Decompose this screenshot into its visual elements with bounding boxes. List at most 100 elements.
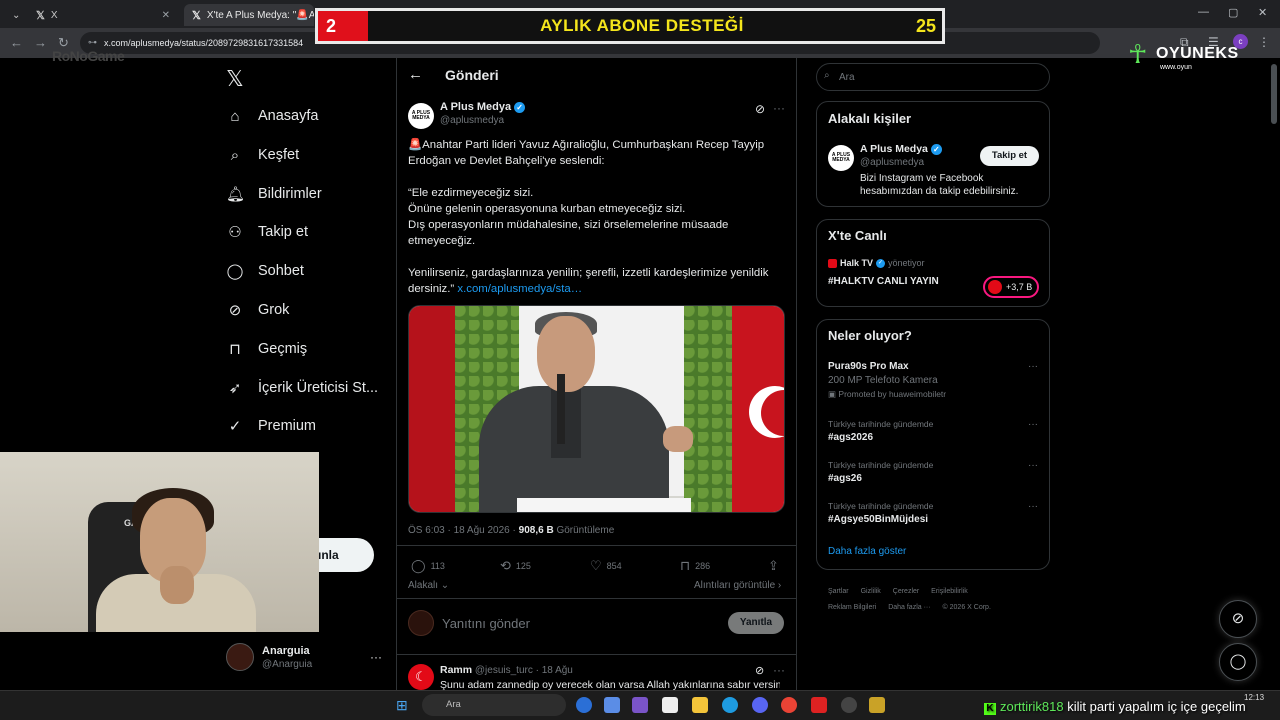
sort-replies-dropdown[interactable]: Alakalı ⌄ (408, 580, 449, 591)
edge-icon[interactable] (722, 697, 738, 713)
discord-icon[interactable] (752, 697, 768, 713)
live-stream-title[interactable]: #HALKTV CANLI YAYIN (828, 276, 939, 287)
nav-item-premium[interactable]: ✓ Premium (226, 411, 316, 441)
back-icon[interactable]: ← (10, 35, 23, 50)
tab-title: X'te A Plus Medya: "🚨Ana (206, 9, 314, 21)
trend-more-icon[interactable]: ··· (1028, 460, 1038, 471)
trend-more-icon[interactable]: ··· (1028, 419, 1038, 430)
nav-item-explore[interactable]: ⌕ Keşfet (226, 140, 299, 170)
author-name[interactable]: A Plus Medya ✓ (440, 101, 526, 113)
column-divider (396, 58, 397, 690)
promoted-trend[interactable]: Pura90s Pro Max 200 MP Telefoto Kamera ▣… (828, 361, 1038, 400)
nav-item-chat[interactable]: ◯ Sohbet (226, 256, 304, 286)
author-avatar[interactable]: A PLUS MEDYA (408, 103, 434, 129)
forward-icon[interactable]: → (34, 35, 47, 50)
nav-item-home[interactable]: ⌂ Anasayfa (226, 101, 318, 131)
teams-icon[interactable] (632, 697, 648, 713)
site-info-icon[interactable]: ⊶ (88, 37, 97, 48)
back-arrow-icon[interactable]: ← (408, 66, 423, 83)
browser-tab-post[interactable]: 𝕏 X'te A Plus Medya: "🚨Ana (184, 4, 314, 26)
scrollbar[interactable] (1271, 64, 1277, 124)
live-host[interactable]: Halk TV ✓ yönetiyor (828, 258, 925, 268)
app-icon[interactable] (869, 697, 885, 713)
view-quotes-link[interactable]: Alıntıları görüntüle › (694, 580, 781, 591)
follow-button[interactable]: Takip et (980, 146, 1039, 166)
browser-menu-icon[interactable]: ⋮ (1258, 35, 1270, 49)
nav-item-follow[interactable]: ⚇ Takip et (226, 217, 308, 247)
comment-author[interactable]: Ramm @jesuis_turc · 18 Ağu (440, 664, 573, 676)
grok-explain-icon[interactable]: ⊘ (755, 664, 764, 677)
close-tab-icon[interactable]: ✕ (162, 10, 170, 21)
footer-link[interactable]: Şartlar (828, 588, 849, 595)
goal-current: 2 (318, 11, 368, 41)
repost-icon: ⟲ (500, 558, 511, 573)
trend-more-icon[interactable]: ··· (1028, 361, 1038, 372)
account-name[interactable]: Anarguia (262, 645, 310, 657)
show-more-link[interactable]: Daha fazla göster (828, 546, 906, 557)
nav-item-notifications[interactable]: 🔔︎ Bildirimler (226, 179, 322, 209)
grok-fab-icon[interactable]: ⊘ (1219, 600, 1257, 638)
post-video[interactable] (408, 305, 785, 513)
copyright: © 2026 X Corp. (942, 604, 991, 611)
promoted-label: ▣ Promoted by huaweimobiletr (828, 389, 947, 399)
widgets-icon[interactable] (604, 697, 620, 713)
post-more-icon[interactable]: ··· (773, 101, 785, 115)
comment-avatar[interactable]: ☾ (408, 664, 434, 690)
chrome-icon[interactable] (781, 697, 797, 713)
taskview-icon[interactable] (576, 697, 592, 713)
windows-start-icon[interactable]: ⊞ (396, 697, 408, 714)
account-handle: @Anarguia (262, 659, 313, 670)
live-listeners-badge[interactable]: +3,7 B (983, 276, 1039, 298)
store-icon[interactable] (662, 697, 678, 713)
account-menu-icon[interactable]: ··· (370, 650, 382, 664)
footer-link[interactable]: Reklam Bilgileri (828, 604, 876, 611)
minimize-icon[interactable]: — (1198, 6, 1209, 18)
clock[interactable]: 12:13 (1244, 693, 1264, 702)
footer-link[interactable]: Daha fazla ··· (888, 604, 930, 611)
repost-action[interactable]: ⟲ 125 (500, 558, 531, 574)
like-action[interactable]: ♡ 854 (590, 558, 622, 574)
share-action[interactable]: ⇪ (768, 558, 779, 574)
footer-link[interactable]: Erişilebilirlik (931, 588, 968, 595)
x-logo-icon[interactable]: 𝕏 (226, 66, 244, 92)
post-text-line: dersiniz.” x.com/aplusmedya/sta… (408, 283, 583, 295)
reply-action[interactable]: ◯ 113 (411, 558, 445, 574)
nav-item-bookmarks[interactable]: ⊓ Geçmiş (226, 334, 307, 364)
post-views: 908,6 B (518, 525, 554, 536)
footer-link[interactable]: Çerezler (893, 588, 919, 595)
reply-input[interactable]: Yanıtını gönder (442, 616, 530, 631)
close-window-icon[interactable]: ✕ (1258, 6, 1267, 19)
subscriber-goal-banner: 2 AYLIK ABONE DESTEĞİ 25 (315, 8, 945, 44)
nav-item-grok[interactable]: ⊘ Grok (226, 295, 290, 325)
trend-item[interactable]: Türkiye tarihinde gündemde #ags26 ··· (828, 460, 1038, 484)
post-link[interactable]: x.com/aplusmedya/sta… (457, 283, 582, 295)
grok-explain-icon[interactable]: ⊘ (755, 102, 765, 116)
trend-more-icon[interactable]: ··· (1028, 501, 1038, 512)
taskbar-search[interactable]: Ara (422, 694, 566, 716)
live-title: X'te Canlı (828, 228, 887, 243)
app-icon[interactable] (811, 697, 827, 713)
footer-link[interactable]: Gizlilik (861, 588, 881, 595)
tab-list-button[interactable]: ⌄ (4, 4, 22, 26)
messages-fab-icon[interactable]: ◯ (1219, 643, 1257, 681)
file-explorer-icon[interactable] (692, 697, 708, 713)
stream-brand-logo: RoNoGame (52, 48, 125, 64)
post-text: 🚨Anahtar Parti lideri Yavuz Ağıralioğlu,… (408, 137, 788, 297)
post-time[interactable]: ÖS 6:03 · 18 Ağu 2026 · (408, 525, 519, 536)
maximize-icon[interactable]: ▢ (1228, 6, 1238, 19)
comment-more-icon[interactable]: ··· (773, 663, 785, 677)
reply-button[interactable]: Yanıtla (728, 612, 784, 634)
related-avatar[interactable]: A PLUS MEDYA (828, 145, 854, 171)
obs-icon[interactable] (841, 697, 857, 713)
nav-item-creator-studio[interactable]: ➶ İçerik Üreticisi St... (226, 373, 378, 403)
author-handle[interactable]: @aplusmedya (440, 115, 504, 126)
verified-badge-icon: ✓ (514, 101, 526, 113)
trend-item[interactable]: Türkiye tarihinde gündemde #Agsye50BinMü… (828, 501, 1038, 525)
home-icon: ⌂ (230, 107, 240, 125)
search-input[interactable]: Ara (816, 63, 1050, 91)
trend-item[interactable]: Türkiye tarihinde gündemde #ags2026 ··· (828, 419, 1038, 443)
bookmark-action[interactable]: ⊓ 286 (680, 558, 710, 574)
browser-tab-x[interactable]: 𝕏 X ✕ (28, 4, 178, 26)
avatar[interactable] (226, 643, 254, 671)
related-name[interactable]: A Plus Medya ✓ (860, 143, 942, 155)
